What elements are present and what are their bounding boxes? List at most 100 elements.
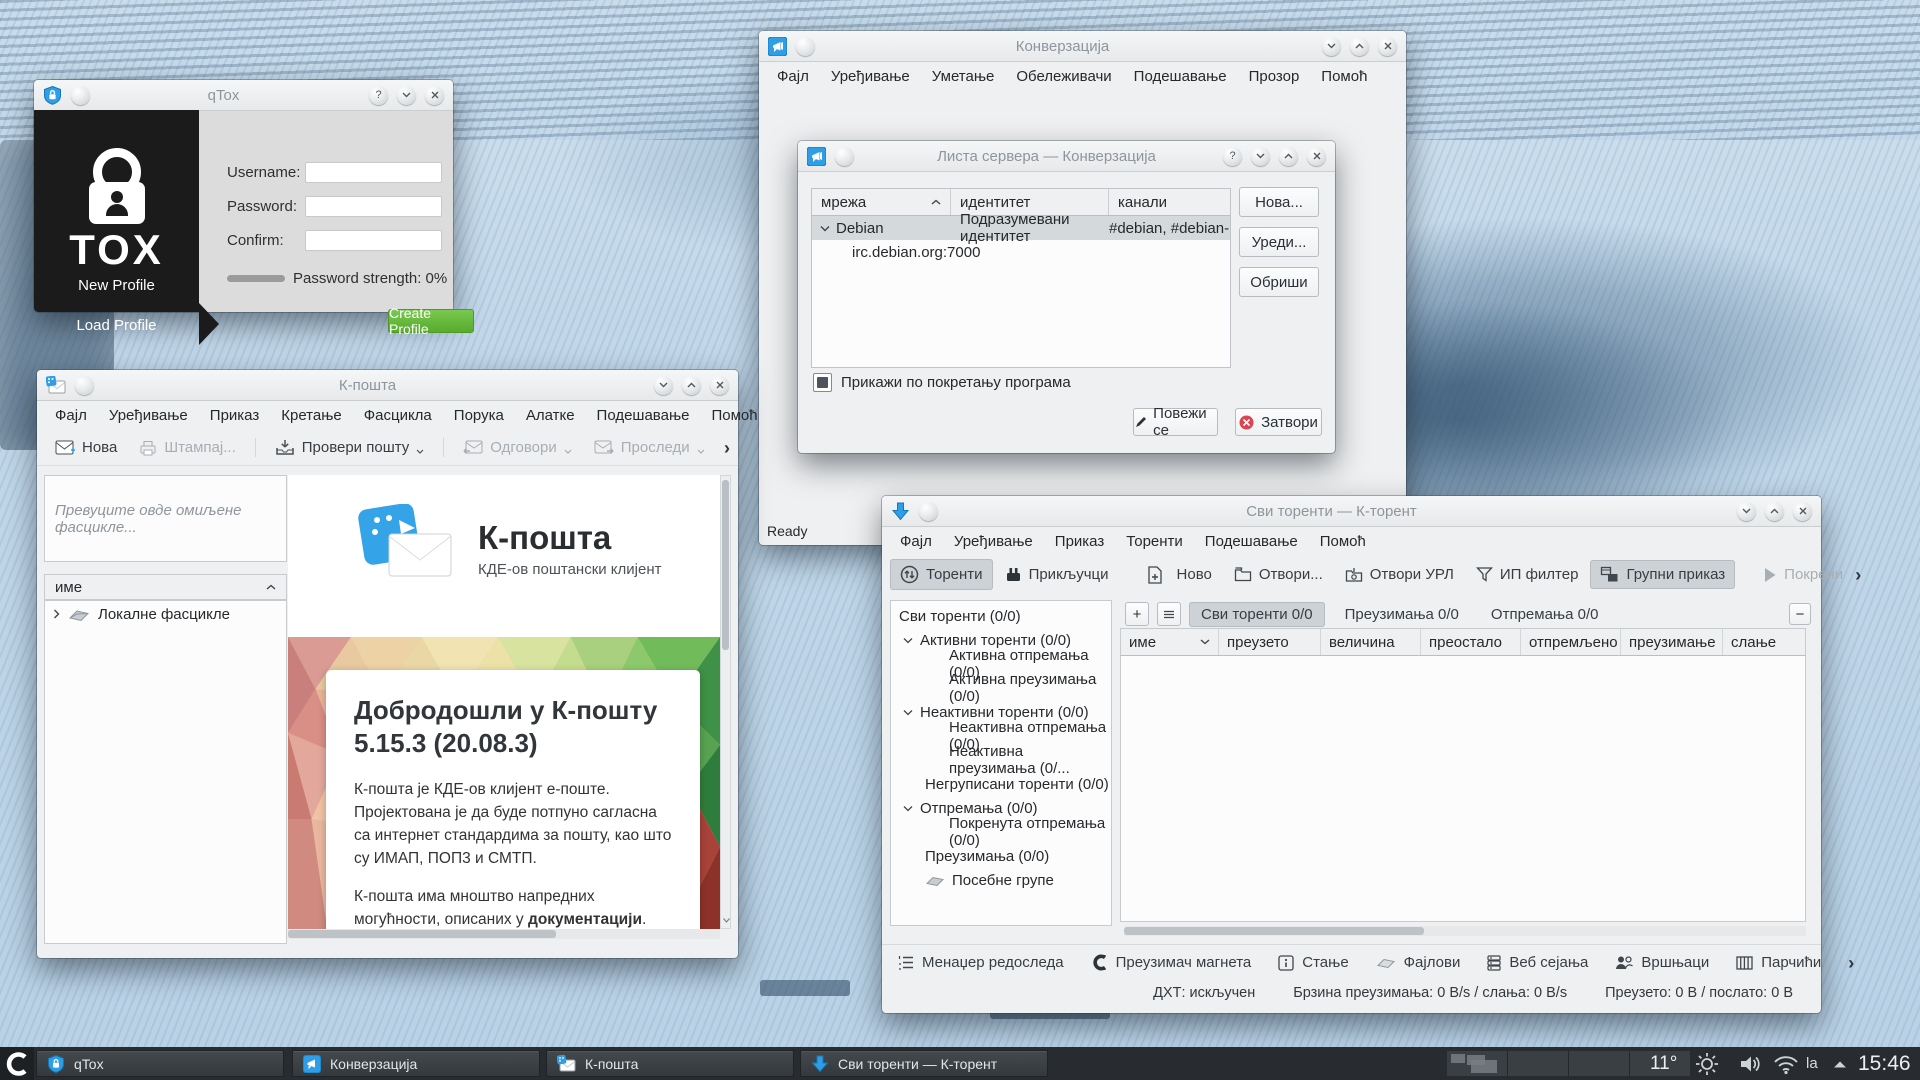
folder-item-local[interactable]: Локалне фасцикле	[45, 601, 286, 627]
toolbar-overflow-icon[interactable]: ›	[724, 439, 730, 457]
peers-tab[interactable]: Вршњаци	[1615, 954, 1709, 971]
column-uploaded[interactable]: отпремљено	[1521, 629, 1621, 655]
minimize-icon[interactable]	[1737, 502, 1756, 521]
documentation-link[interactable]: документацији	[528, 911, 642, 928]
menu-torrents[interactable]: Торенти	[1115, 529, 1194, 554]
kmail-titlebar[interactable]: К-пошта	[37, 370, 738, 401]
taskbar-task-ktorrent[interactable]: Сви торенти — К-торент	[800, 1050, 1048, 1077]
close-icon[interactable]	[425, 86, 444, 105]
menu-tools[interactable]: Алатке	[515, 403, 586, 428]
column-network[interactable]: мрежа	[812, 189, 951, 215]
close-icon[interactable]	[1307, 147, 1326, 166]
tree-item[interactable]: Сви торенти (0/0)	[891, 604, 1111, 628]
column-size[interactable]: величина	[1321, 629, 1421, 655]
bottom-tabs-overflow-icon[interactable]: ›	[1848, 954, 1854, 972]
scrollbar-handle[interactable]	[722, 480, 729, 650]
create-profile-button[interactable]: Create Profile	[388, 309, 474, 333]
titlebar-menu-button[interactable]	[919, 502, 938, 521]
weather-widget[interactable]: 11°	[1650, 1047, 1677, 1080]
open-url-button[interactable]: Отвори УРЛ	[1335, 560, 1464, 589]
menu-settings[interactable]: Подешавање	[1123, 64, 1238, 89]
scroll-down-arrow-icon[interactable]	[723, 918, 730, 923]
tab-new-profile[interactable]: New Profile	[34, 277, 199, 294]
close-icon[interactable]	[1378, 37, 1397, 56]
start-button[interactable]: Покрени	[1753, 560, 1853, 589]
reply-button[interactable]: Одговори	[453, 433, 581, 462]
menu-edit[interactable]: Уређивање	[820, 64, 921, 89]
column-downloaded[interactable]: преузето	[1219, 629, 1321, 655]
collapse-button[interactable]: −	[1789, 603, 1811, 625]
taskbar-task-konversation[interactable]: Конверзација	[292, 1050, 540, 1077]
scrollbar-handle[interactable]	[288, 930, 556, 938]
menu-file[interactable]: Фајл	[44, 403, 98, 428]
print-button[interactable]: Штампај...	[129, 433, 245, 462]
files-tab[interactable]: Фајлови	[1376, 954, 1461, 971]
close-button[interactable]: Затвори	[1235, 408, 1322, 436]
new-mail-button[interactable]: Нова	[45, 433, 127, 462]
tree-item-special-groups[interactable]: Посебне групе	[891, 868, 1111, 892]
pager-desktop-1[interactable]	[1447, 1051, 1508, 1076]
expander-right-icon[interactable]	[53, 609, 60, 619]
weather-sun-icon[interactable]	[1694, 1047, 1720, 1080]
column-name[interactable]: име	[1121, 629, 1219, 655]
menu-edit[interactable]: Уређивање	[98, 403, 199, 428]
tab-downloads[interactable]: Преузимања 0/0	[1333, 602, 1471, 627]
expander-down-icon[interactable]	[903, 805, 913, 812]
menu-help[interactable]: Помоћ	[1309, 529, 1377, 554]
help-icon[interactable]: ?	[1223, 147, 1242, 166]
taskbar-task-kmail[interactable]: К-пошта	[546, 1050, 794, 1077]
queue-manager-tab[interactable]: Менаџер редоследа	[898, 954, 1064, 971]
maximize-icon[interactable]	[682, 376, 701, 395]
tree-item[interactable]: Неактивна преузимања (0/...	[891, 748, 1111, 772]
folder-list-header[interactable]: име	[44, 574, 287, 600]
expander-down-icon[interactable]	[903, 637, 913, 644]
horizontal-scrollbar[interactable]	[1124, 926, 1806, 936]
maximize-icon[interactable]	[1350, 37, 1369, 56]
open-button[interactable]: Отвори...	[1224, 560, 1333, 589]
minimize-icon[interactable]	[397, 86, 416, 105]
tray-expander[interactable]	[1832, 1047, 1848, 1080]
tree-item[interactable]: Активна преузимања (0/0)	[891, 676, 1111, 700]
titlebar-menu-button[interactable]	[75, 376, 94, 395]
taskbar-task-qtox[interactable]: qTox	[36, 1050, 284, 1077]
titlebar-menu-button[interactable]	[835, 147, 854, 166]
torrent-list-empty[interactable]	[1120, 656, 1806, 922]
column-remaining[interactable]: преостало	[1421, 629, 1521, 655]
expander-down-icon[interactable]	[903, 709, 913, 716]
confirm-field[interactable]	[305, 230, 442, 251]
volume-tray-icon[interactable]	[1738, 1047, 1762, 1080]
server-dialog-titlebar[interactable]: Листа сервера — Конверзација ?	[798, 141, 1335, 172]
column-up-speed[interactable]: слање	[1723, 629, 1807, 655]
torrents-view-button[interactable]: Торенти	[890, 559, 993, 590]
table-row-network[interactable]: Debian Подразумевани идентитет #debian, …	[812, 216, 1230, 240]
menu-view[interactable]: Приказ	[1044, 529, 1115, 554]
menu-help[interactable]: Помоћ	[700, 403, 768, 428]
close-icon[interactable]	[710, 376, 729, 395]
menu-file[interactable]: Фајл	[889, 529, 943, 554]
horizontal-scrollbar[interactable]	[288, 929, 720, 939]
network-tray-icon[interactable]	[1772, 1047, 1800, 1080]
menu-message[interactable]: Порука	[443, 403, 515, 428]
menu-settings[interactable]: Подешавање	[586, 403, 701, 428]
column-channels[interactable]: канали	[1109, 189, 1230, 215]
menu-view[interactable]: Приказ	[199, 403, 270, 428]
minimize-icon[interactable]	[1251, 147, 1270, 166]
menu-help[interactable]: Помоћ	[1310, 64, 1378, 89]
help-icon[interactable]: ?	[369, 86, 388, 105]
status-tab[interactable]: Стање	[1278, 954, 1348, 971]
minimize-icon[interactable]	[1322, 37, 1341, 56]
delete-server-button[interactable]: Обриши	[1239, 267, 1319, 297]
favorite-folders-panel[interactable]: Превуците овде омиљене фасцикле...	[44, 475, 287, 562]
connect-button[interactable]: Повежи се	[1133, 408, 1218, 436]
password-field[interactable]	[305, 196, 442, 217]
username-field[interactable]	[305, 162, 442, 183]
menu-settings[interactable]: Подешавање	[1194, 529, 1309, 554]
tab-load-profile[interactable]: Load Profile	[34, 317, 199, 334]
minimize-icon[interactable]	[654, 376, 673, 395]
titlebar-menu-button[interactable]	[71, 86, 90, 105]
plugins-view-button[interactable]: Прикључци	[995, 560, 1119, 589]
add-group-button[interactable]: +	[1125, 602, 1149, 626]
menu-edit[interactable]: Уређивање	[943, 529, 1044, 554]
group-menu-button[interactable]	[1157, 602, 1181, 626]
new-torrent-button[interactable]: Ново	[1137, 560, 1222, 590]
